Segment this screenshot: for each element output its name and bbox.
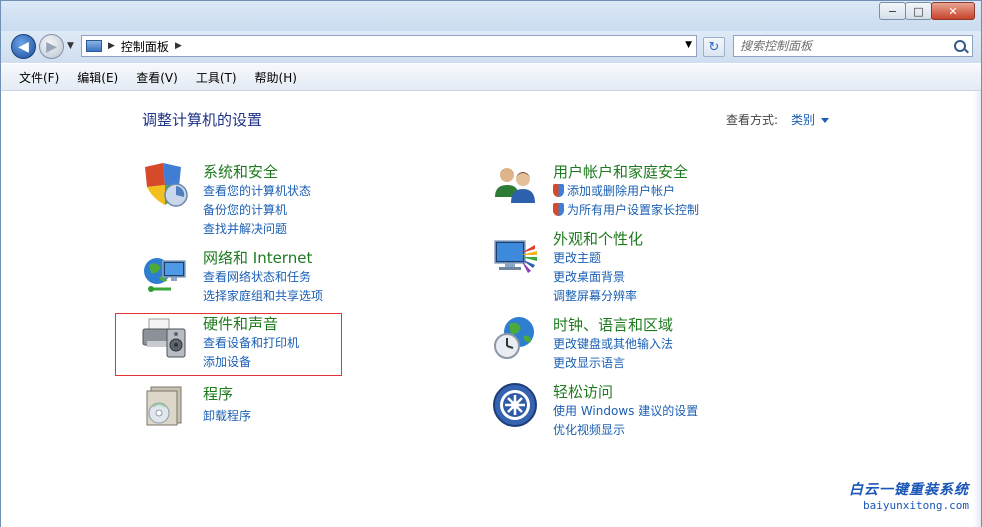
link-text[interactable]: 添加或删除用户帐户 [567,184,675,198]
uac-shield-icon [553,203,564,216]
link-add-remove-users[interactable]: 添加或删除用户帐户 [553,182,675,199]
ease-of-access-icon[interactable] [491,381,539,429]
link-change-desktop-background[interactable]: 更改桌面背景 [553,268,625,285]
system-security-shield-icon[interactable] [141,161,189,209]
watermark: 白云一键重装系统 baiyunxitong.com [849,479,969,512]
minimize-button[interactable]: − [879,2,906,20]
page-title: 调整计算机的设置 [142,111,263,129]
title-bar[interactable]: − □ ✕ [1,1,981,35]
link-troubleshoot[interactable]: 查找并解决问题 [203,220,287,237]
link-backup-computer[interactable]: 备份您的计算机 [203,201,287,218]
uac-shield-icon [553,184,564,197]
breadcrumb-arrow-icon[interactable]: ▶ [108,41,115,51]
search-icon[interactable] [954,40,966,52]
recent-pages-dropdown-icon[interactable]: ▼ [67,41,74,51]
window-right-edge [973,91,981,527]
dropdown-arrow-icon[interactable] [821,118,830,123]
link-optimize-video-display[interactable]: 优化视频显示 [553,421,625,438]
menu-tools[interactable]: 工具(T) [196,69,237,86]
maximize-button[interactable]: □ [905,2,932,20]
control-panel-icon [86,40,102,52]
user-accounts-icon[interactable] [491,161,539,209]
clock-globe-icon[interactable] [491,314,539,362]
control-panel-window: − □ ✕ ◀ ▶ ▼ ▶ 控制面板 ▶ ▼ ↻ 文件(F) 编辑(E) 查看(… [0,0,982,527]
menu-file[interactable]: 文件(F) [19,69,59,86]
network-globe-icon[interactable] [141,249,189,297]
link-text[interactable]: 为所有用户设置家长控制 [567,203,699,217]
watermark-url: baiyunxitong.com [863,499,969,512]
breadcrumb-arrow-icon[interactable]: ▶ [175,41,182,51]
address-bar[interactable]: ▶ 控制面板 ▶ ▼ [81,35,697,57]
link-screen-resolution[interactable]: 调整屏幕分辨率 [553,287,637,304]
watermark-cn: 白云一键重装系统 [849,482,969,498]
link-parental-controls[interactable]: 为所有用户设置家长控制 [553,201,699,218]
category-title-user-accounts[interactable]: 用户帐户和家庭安全 [553,161,688,182]
link-uninstall-program[interactable]: 卸载程序 [203,407,251,424]
view-by-value[interactable]: 类别 [791,113,815,127]
window-controls: − □ ✕ [879,2,975,20]
category-title-ease-of-access[interactable]: 轻松访问 [553,381,613,402]
navigation-bar: ◀ ▶ ▼ ▶ 控制面板 ▶ ▼ ↻ [1,31,981,63]
link-change-keyboard-input[interactable]: 更改键盘或其他输入法 [553,335,673,352]
menu-bar: 文件(F) 编辑(E) 查看(V) 工具(T) 帮助(H) [1,64,981,91]
link-windows-recommended-settings[interactable]: 使用 Windows 建议的设置 [553,402,698,419]
highlight-box [115,313,342,376]
breadcrumb-control-panel[interactable]: 控制面板 [121,38,169,55]
menu-edit[interactable]: 编辑(E) [77,69,118,86]
menu-view[interactable]: 查看(V) [136,69,178,86]
category-title-system-security[interactable]: 系统和安全 [203,161,278,182]
menu-help[interactable]: 帮助(H) [255,69,297,86]
forward-button[interactable]: ▶ [39,34,64,59]
close-button[interactable]: ✕ [931,2,975,20]
search-box[interactable] [733,35,973,57]
link-change-theme[interactable]: 更改主题 [553,249,601,266]
view-by-label: 查看方式: [726,113,779,127]
link-homegroup-sharing[interactable]: 选择家庭组和共享选项 [203,287,323,304]
view-by-dropdown[interactable]: 类别 [791,111,830,128]
search-input[interactable] [740,38,940,54]
category-title-appearance[interactable]: 外观和个性化 [553,228,643,249]
category-title-network-internet[interactable]: 网络和 Internet [203,247,312,268]
link-network-status[interactable]: 查看网络状态和任务 [203,268,311,285]
back-button[interactable]: ◀ [11,34,36,59]
category-title-programs[interactable]: 程序 [203,383,233,404]
category-title-clock-language-region[interactable]: 时钟、语言和区域 [553,314,673,335]
appearance-monitor-icon[interactable] [491,233,539,281]
main-content: 调整计算机的设置 查看方式: 类别 系统和安全 查看您的计算机状态 备份您的计算… [1,91,981,527]
link-change-display-language[interactable]: 更改显示语言 [553,354,625,371]
link-view-computer-status[interactable]: 查看您的计算机状态 [203,182,311,199]
refresh-button[interactable]: ↻ [703,37,725,57]
programs-disc-box-icon[interactable] [141,381,189,429]
address-dropdown-icon[interactable]: ▼ [685,40,692,50]
